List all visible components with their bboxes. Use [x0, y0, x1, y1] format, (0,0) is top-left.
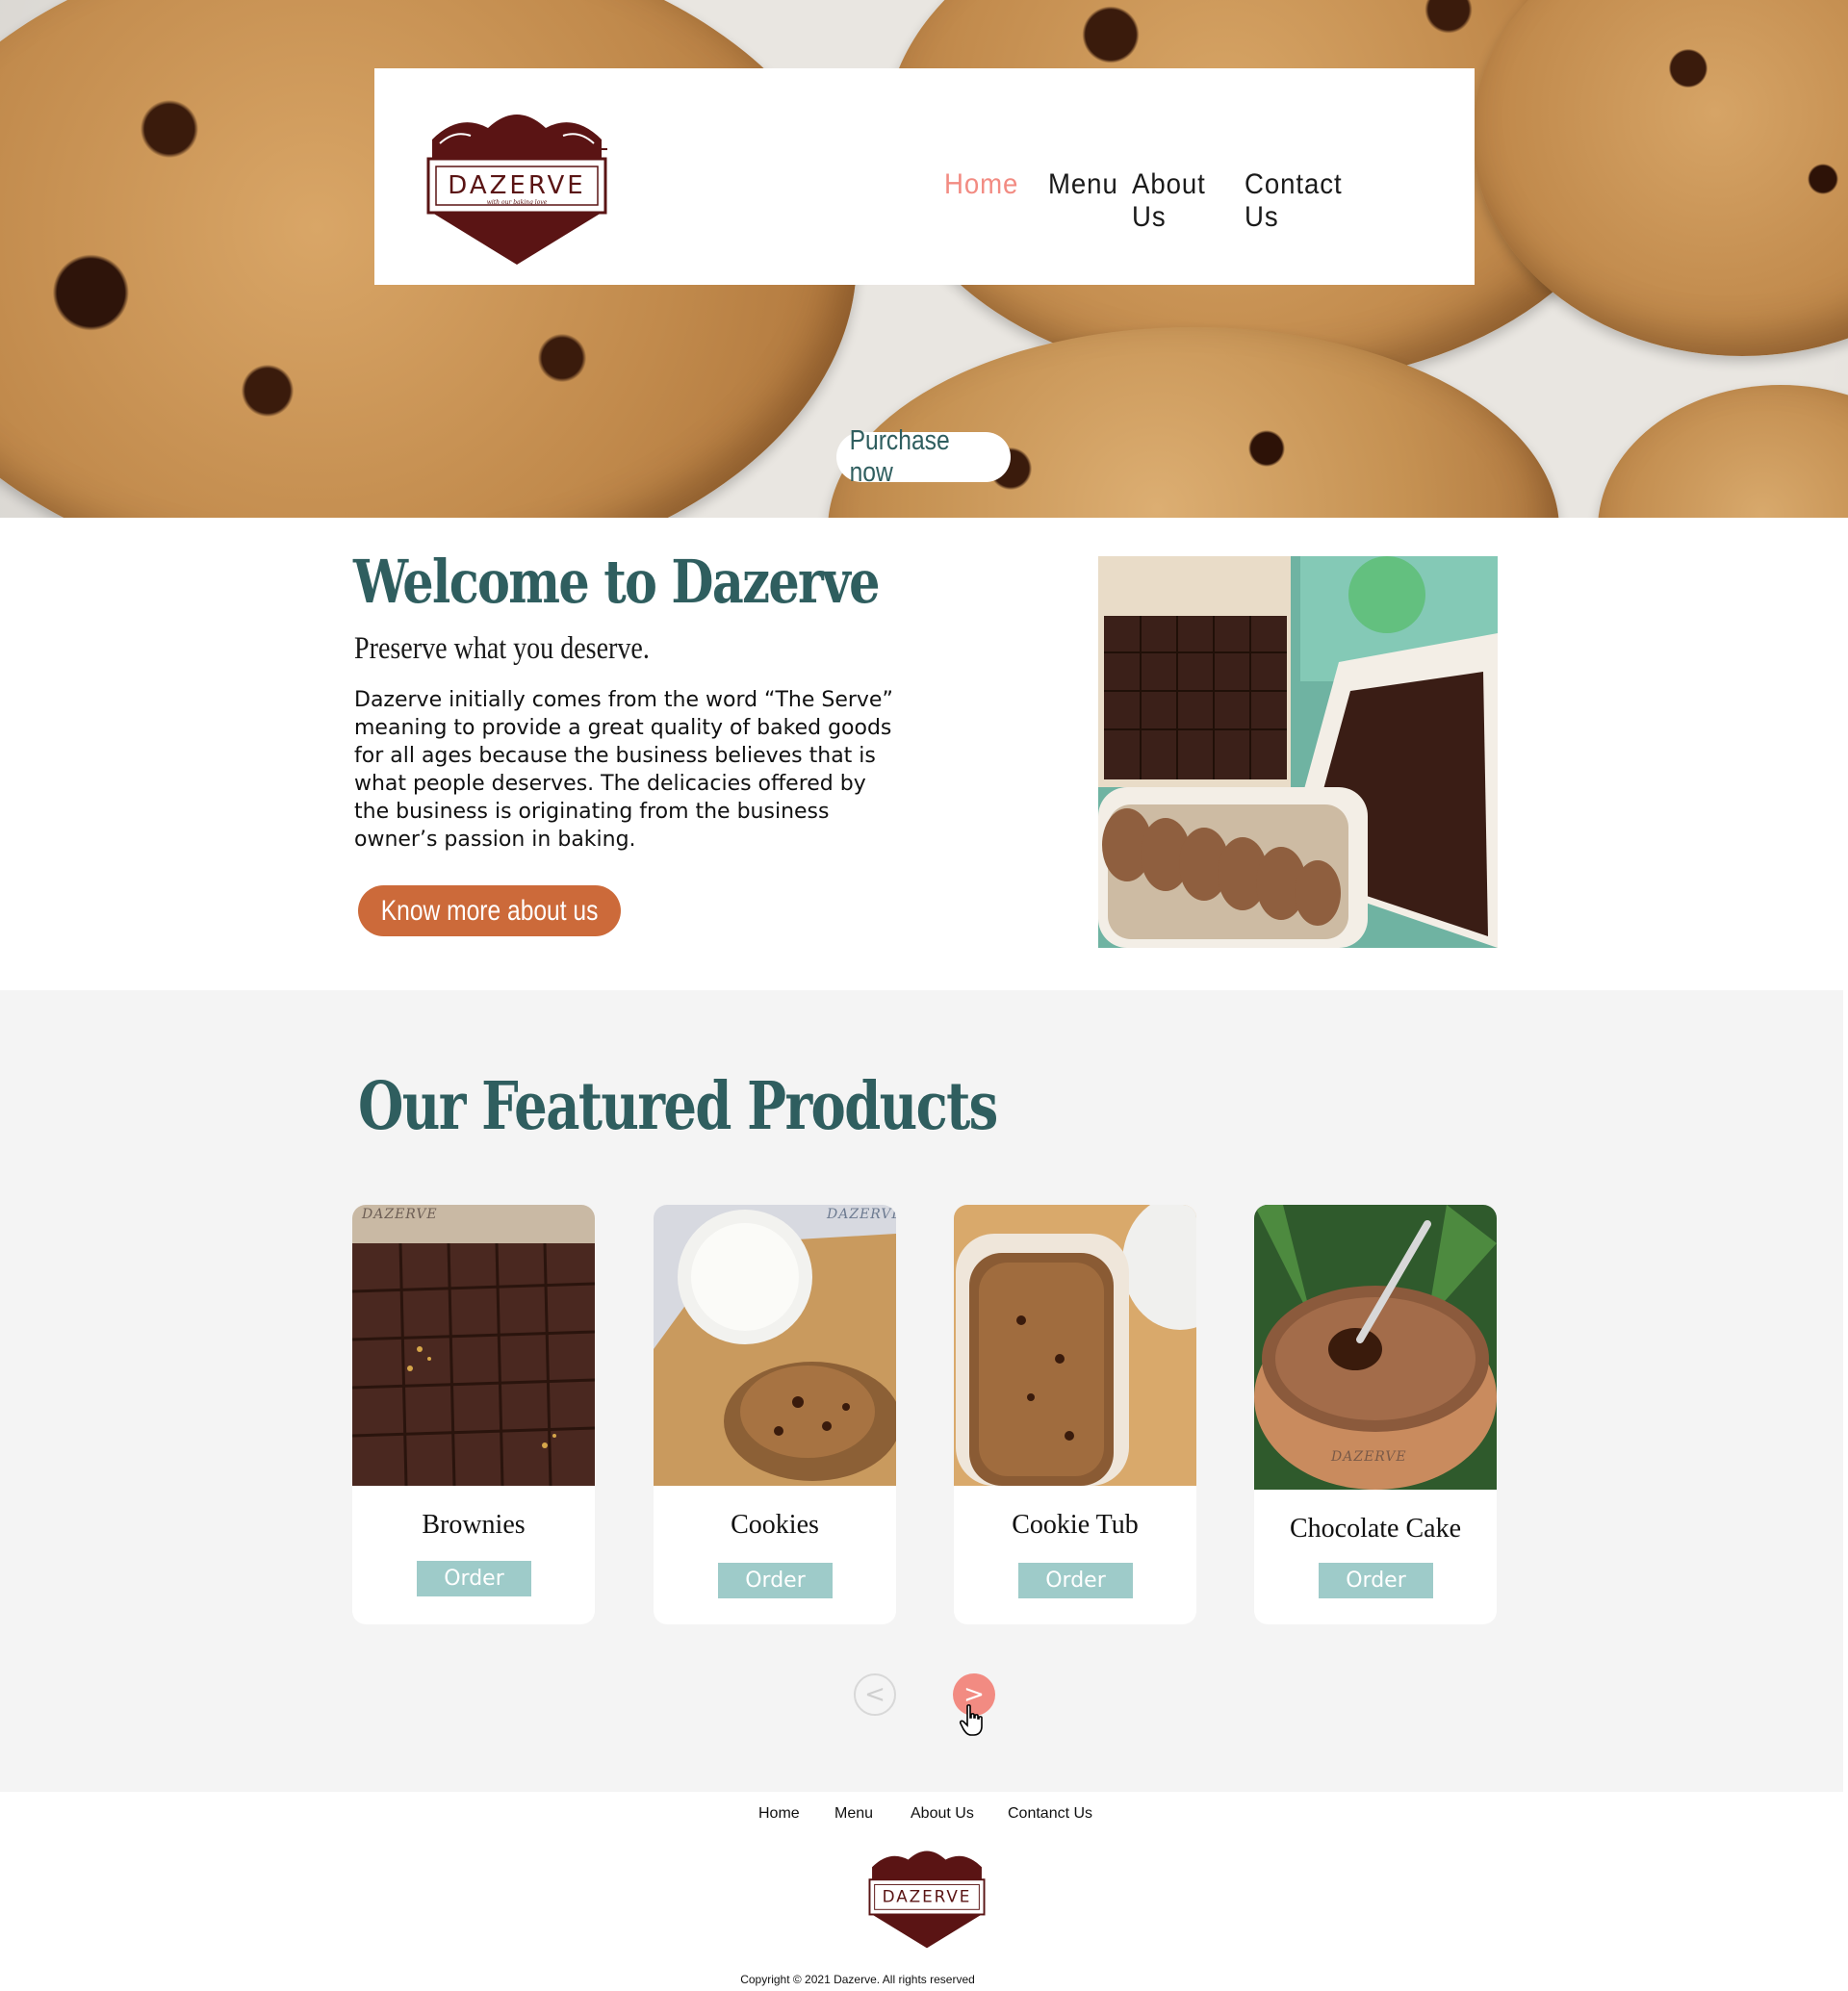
- order-button-cookies[interactable]: Order: [718, 1563, 833, 1598]
- nav-about-us[interactable]: About Us: [1132, 168, 1206, 234]
- logo-wordmark: DAZERVE: [448, 171, 585, 200]
- baked-goods-photo: [1098, 556, 1498, 948]
- purchase-now-label: Purchase now: [849, 425, 950, 488]
- cookie-image: [1598, 385, 1848, 518]
- cake-watermark: DAZERVE: [1331, 1449, 1407, 1465]
- footer-link-home[interactable]: Home: [758, 1805, 800, 1823]
- footer-dazerve-logo[interactable]: DAZERVE: [862, 1845, 991, 1951]
- footer-link-menu[interactable]: Menu: [834, 1805, 873, 1823]
- product-name: Brownies: [422, 1510, 526, 1540]
- chocolate-cake-photo: [1254, 1205, 1497, 1490]
- order-button-brownies[interactable]: Order: [417, 1561, 531, 1596]
- nav-menu[interactable]: Menu: [1048, 168, 1118, 201]
- footer-link-about-us[interactable]: About Us: [911, 1805, 974, 1823]
- header-nav-card: DAZERVE with our baking love Home Menu A…: [374, 68, 1475, 285]
- cookies-watermark: DAZERVE: [827, 1207, 896, 1222]
- order-button-chocolate-cake[interactable]: Order: [1319, 1563, 1433, 1598]
- product-card-cookies: DAZERVE Cookies Order: [654, 1205, 896, 1624]
- nav-home[interactable]: Home: [944, 168, 1018, 201]
- purchase-now-button[interactable]: Purchase now: [836, 425, 1011, 488]
- footer-link-contact-us[interactable]: Contanct Us: [1008, 1805, 1092, 1823]
- product-card-chocolate-cake: DAZERVE Chocolate Cake Order: [1254, 1205, 1497, 1624]
- cookies-photo: [654, 1205, 896, 1486]
- product-name: Cookie Tub: [1012, 1510, 1139, 1540]
- hero-banner: DAZERVE with our baking love Home Menu A…: [0, 0, 1848, 518]
- nav-contact-us[interactable]: Contact Us: [1245, 168, 1343, 234]
- product-card-cookie-tub: Cookie Tub Order: [954, 1205, 1196, 1624]
- know-more-label: Know more about us: [380, 894, 599, 927]
- brownies-watermark: DAZERVE: [362, 1207, 438, 1222]
- brownies-photo: [352, 1205, 595, 1486]
- welcome-subtitle: Preserve what you deserve.: [354, 631, 650, 666]
- product-name: Cookies: [731, 1510, 819, 1540]
- carousel-prev-button[interactable]: <: [854, 1673, 896, 1716]
- welcome-description: Dazerve initially comes from the word “T…: [354, 688, 893, 852]
- dazerve-logo[interactable]: DAZERVE with our baking love: [421, 105, 613, 268]
- featured-products-title: Our Featured Products: [358, 1068, 998, 1145]
- logo-tagline: with our baking love: [487, 199, 548, 206]
- hand-cursor-icon: [959, 1704, 983, 1736]
- cookie-tub-photo: [954, 1205, 1196, 1486]
- welcome-title: Welcome to Dazerve: [353, 547, 880, 617]
- know-more-button[interactable]: Know more about us: [358, 885, 621, 936]
- cookie-image: [828, 327, 1559, 518]
- footer-logo-wordmark: DAZERVE: [883, 1887, 972, 1906]
- order-button-cookie-tub[interactable]: Order: [1018, 1563, 1133, 1598]
- copyright-text: Copyright © 2021 Dazerve. All rights res…: [740, 1973, 975, 1986]
- product-card-brownies: DAZERVE Brownies Order: [352, 1205, 595, 1624]
- product-name: Chocolate Cake: [1289, 1514, 1462, 1544]
